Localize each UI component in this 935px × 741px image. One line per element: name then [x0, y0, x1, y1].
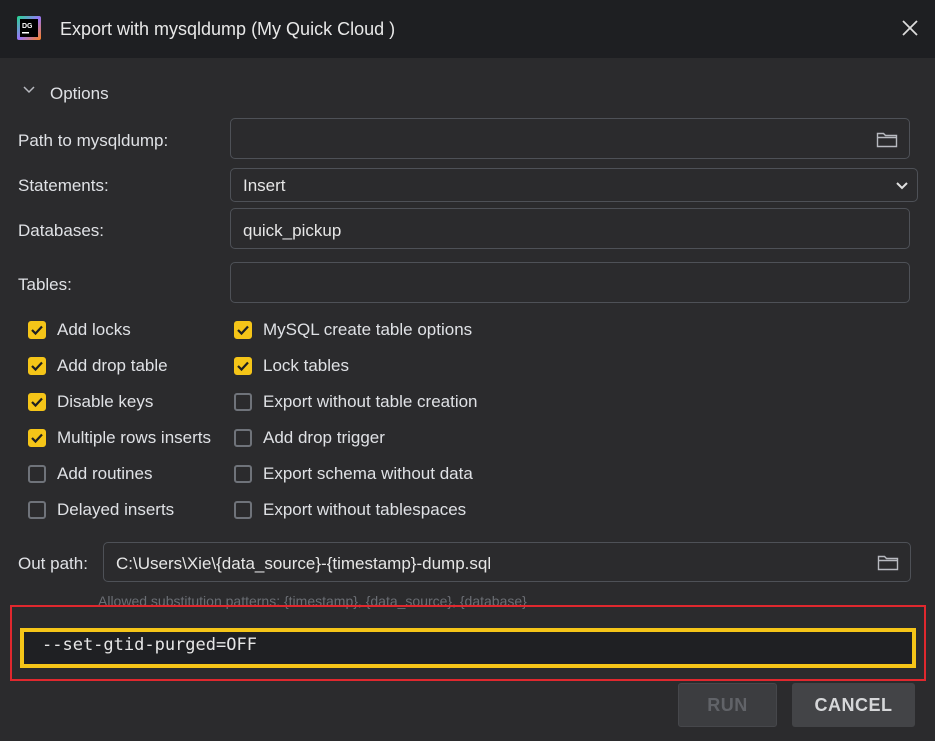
out-path-value: C:\Users\Xie\{data_source}-{timestamp}-d…	[116, 554, 492, 573]
checkbox-checked-icon[interactable]	[234, 321, 252, 339]
window-title: Export with mysqldump (My Quick Cloud )	[60, 19, 396, 39]
checkbox-label: Delayed inserts	[57, 500, 175, 519]
checkbox-option[interactable]: Lock tables	[234, 356, 349, 376]
title-bar: DG Export with mysqldump (My Quick Cloud…	[0, 0, 935, 58]
checkbox-option[interactable]: Add drop table	[28, 356, 168, 376]
checkbox-option[interactable]: Delayed inserts	[28, 500, 174, 520]
options-section-label[interactable]: Options	[50, 84, 109, 104]
checkbox-unchecked-icon[interactable]	[234, 393, 252, 411]
chevron-down-icon	[896, 182, 908, 190]
options-collapse-toggle[interactable]	[22, 83, 36, 97]
checkbox-label: Multiple rows inserts	[57, 428, 211, 447]
checkbox-label: Lock tables	[263, 356, 349, 375]
checkbox-unchecked-icon[interactable]	[234, 465, 252, 483]
checkbox-checked-icon[interactable]	[28, 393, 46, 411]
checkbox-checked-icon[interactable]	[28, 429, 46, 447]
checkbox-label: Add drop trigger	[263, 428, 385, 447]
out-path-input[interactable]: C:\Users\Xie\{data_source}-{timestamp}-d…	[103, 542, 911, 582]
checkbox-option[interactable]: Export schema without data	[234, 464, 473, 484]
folder-icon[interactable]	[877, 553, 899, 571]
checkbox-option[interactable]: Export without table creation	[234, 392, 478, 412]
checkbox-label: Add drop table	[57, 356, 168, 375]
checkbox-label: Add locks	[57, 320, 131, 339]
checkbox-label: Export without tablespaces	[263, 500, 467, 519]
path-label: Path to mysqldump:	[18, 131, 169, 150]
checkbox-option[interactable]: Add locks	[28, 320, 131, 340]
statements-select[interactable]: Insert	[230, 168, 918, 202]
databases-label: Databases:	[18, 221, 104, 240]
statements-value: Insert	[243, 176, 286, 195]
checkbox-label: Disable keys	[57, 392, 154, 411]
out-path-label: Out path:	[18, 554, 88, 573]
chevron-down-icon	[23, 86, 35, 94]
tables-input[interactable]	[230, 262, 910, 303]
path-input[interactable]	[230, 118, 910, 159]
checkbox-option[interactable]: Disable keys	[28, 392, 153, 412]
checkbox-unchecked-icon[interactable]	[28, 501, 46, 519]
databases-input[interactable]: quick_pickup	[230, 208, 910, 249]
tables-label: Tables:	[18, 275, 72, 294]
statements-label: Statements:	[18, 176, 109, 195]
close-icon[interactable]	[899, 17, 921, 39]
checkbox-unchecked-icon[interactable]	[28, 465, 46, 483]
databases-value: quick_pickup	[243, 221, 342, 240]
checkbox-unchecked-icon[interactable]	[234, 429, 252, 447]
checkbox-unchecked-icon[interactable]	[234, 501, 252, 519]
checkbox-option[interactable]: Add drop trigger	[234, 428, 385, 448]
checkbox-option[interactable]: Add routines	[28, 464, 152, 484]
datagrip-app-icon: DG	[17, 16, 41, 40]
folder-icon[interactable]	[876, 130, 898, 148]
checkbox-option[interactable]: Multiple rows inserts	[28, 428, 211, 448]
run-button[interactable]: RUN	[678, 683, 777, 727]
cancel-button[interactable]: CANCEL	[792, 683, 915, 727]
checkbox-label: Export without table creation	[263, 392, 478, 411]
checkbox-label: MySQL create table options	[263, 320, 473, 339]
highlight-annotation-box	[10, 605, 926, 681]
checkbox-option[interactable]: Export without tablespaces	[234, 500, 466, 520]
checkbox-label: Export schema without data	[263, 464, 473, 483]
checkbox-label: Add routines	[57, 464, 153, 483]
svg-text:DG: DG	[22, 23, 33, 30]
checkbox-option[interactable]: MySQL create table options	[234, 320, 472, 340]
checkbox-checked-icon[interactable]	[28, 321, 46, 339]
checkbox-checked-icon[interactable]	[234, 357, 252, 375]
checkbox-checked-icon[interactable]	[28, 357, 46, 375]
